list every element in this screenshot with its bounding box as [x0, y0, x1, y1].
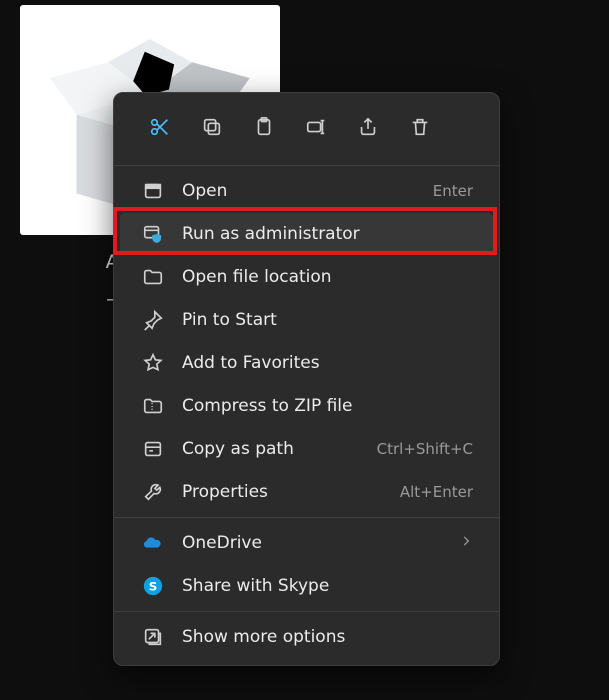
clipboard-icon — [253, 116, 275, 138]
share-button[interactable] — [348, 107, 388, 147]
menu-item-label: Copy as path — [182, 439, 359, 459]
menu-item-shortcut: Enter — [433, 182, 473, 200]
pin-icon — [142, 309, 164, 331]
chevron-right-icon — [459, 533, 473, 553]
rename-icon — [305, 116, 327, 138]
trash-icon — [409, 116, 431, 138]
menu-item-open[interactable]: Open Enter — [120, 170, 493, 212]
menu-item-label: Open file location — [182, 267, 473, 287]
menu-item-shortcut: Alt+Enter — [400, 483, 473, 501]
menu-item-label: Compress to ZIP file — [182, 396, 473, 416]
context-toolbar — [114, 93, 499, 161]
scissors-icon — [149, 116, 171, 138]
delete-button[interactable] — [400, 107, 440, 147]
menu-item-more-options[interactable]: Show more options — [120, 616, 493, 658]
folder-icon — [142, 266, 164, 288]
open-icon — [142, 180, 164, 202]
zip-icon — [142, 395, 164, 417]
menu-item-label: Show more options — [182, 627, 473, 647]
shield-window-icon — [142, 223, 164, 245]
copy-button[interactable] — [192, 107, 232, 147]
menu-item-run-admin[interactable]: Run as administrator — [120, 213, 493, 255]
menu-item-open-location[interactable]: Open file location — [120, 256, 493, 298]
context-menu: Open Enter Run as administrator Open fil… — [113, 92, 500, 666]
rename-button[interactable] — [296, 107, 336, 147]
cut-button[interactable] — [140, 107, 180, 147]
menu-item-label: Run as administrator — [182, 224, 473, 244]
menu-item-label: OneDrive — [182, 533, 441, 553]
menu-item-label: Add to Favorites — [182, 353, 473, 373]
menu-divider — [114, 611, 499, 612]
share-icon — [357, 116, 379, 138]
onedrive-icon — [142, 532, 164, 554]
menu-item-skype[interactable]: S Share with Skype — [120, 565, 493, 607]
menu-item-favorites[interactable]: Add to Favorites — [120, 342, 493, 384]
menu-item-label: Pin to Start — [182, 310, 473, 330]
paste-button[interactable] — [244, 107, 284, 147]
star-icon — [142, 352, 164, 374]
svg-text:S: S — [149, 580, 158, 594]
skype-icon: S — [142, 575, 164, 597]
menu-divider — [114, 165, 499, 166]
menu-item-label: Properties — [182, 482, 382, 502]
menu-item-label: Open — [182, 181, 415, 201]
menu-item-pin-start[interactable]: Pin to Start — [120, 299, 493, 341]
menu-item-properties[interactable]: Properties Alt+Enter — [120, 471, 493, 513]
menu-divider — [114, 517, 499, 518]
copy-path-icon — [142, 438, 164, 460]
menu-item-shortcut: Ctrl+Shift+C — [377, 440, 473, 458]
menu-item-copy-path[interactable]: Copy as path Ctrl+Shift+C — [120, 428, 493, 470]
menu-item-label: Share with Skype — [182, 576, 473, 596]
menu-item-compress[interactable]: Compress to ZIP file — [120, 385, 493, 427]
more-options-icon — [142, 626, 164, 648]
menu-item-onedrive[interactable]: OneDrive — [120, 522, 493, 564]
copy-icon — [201, 116, 223, 138]
wrench-icon — [142, 481, 164, 503]
